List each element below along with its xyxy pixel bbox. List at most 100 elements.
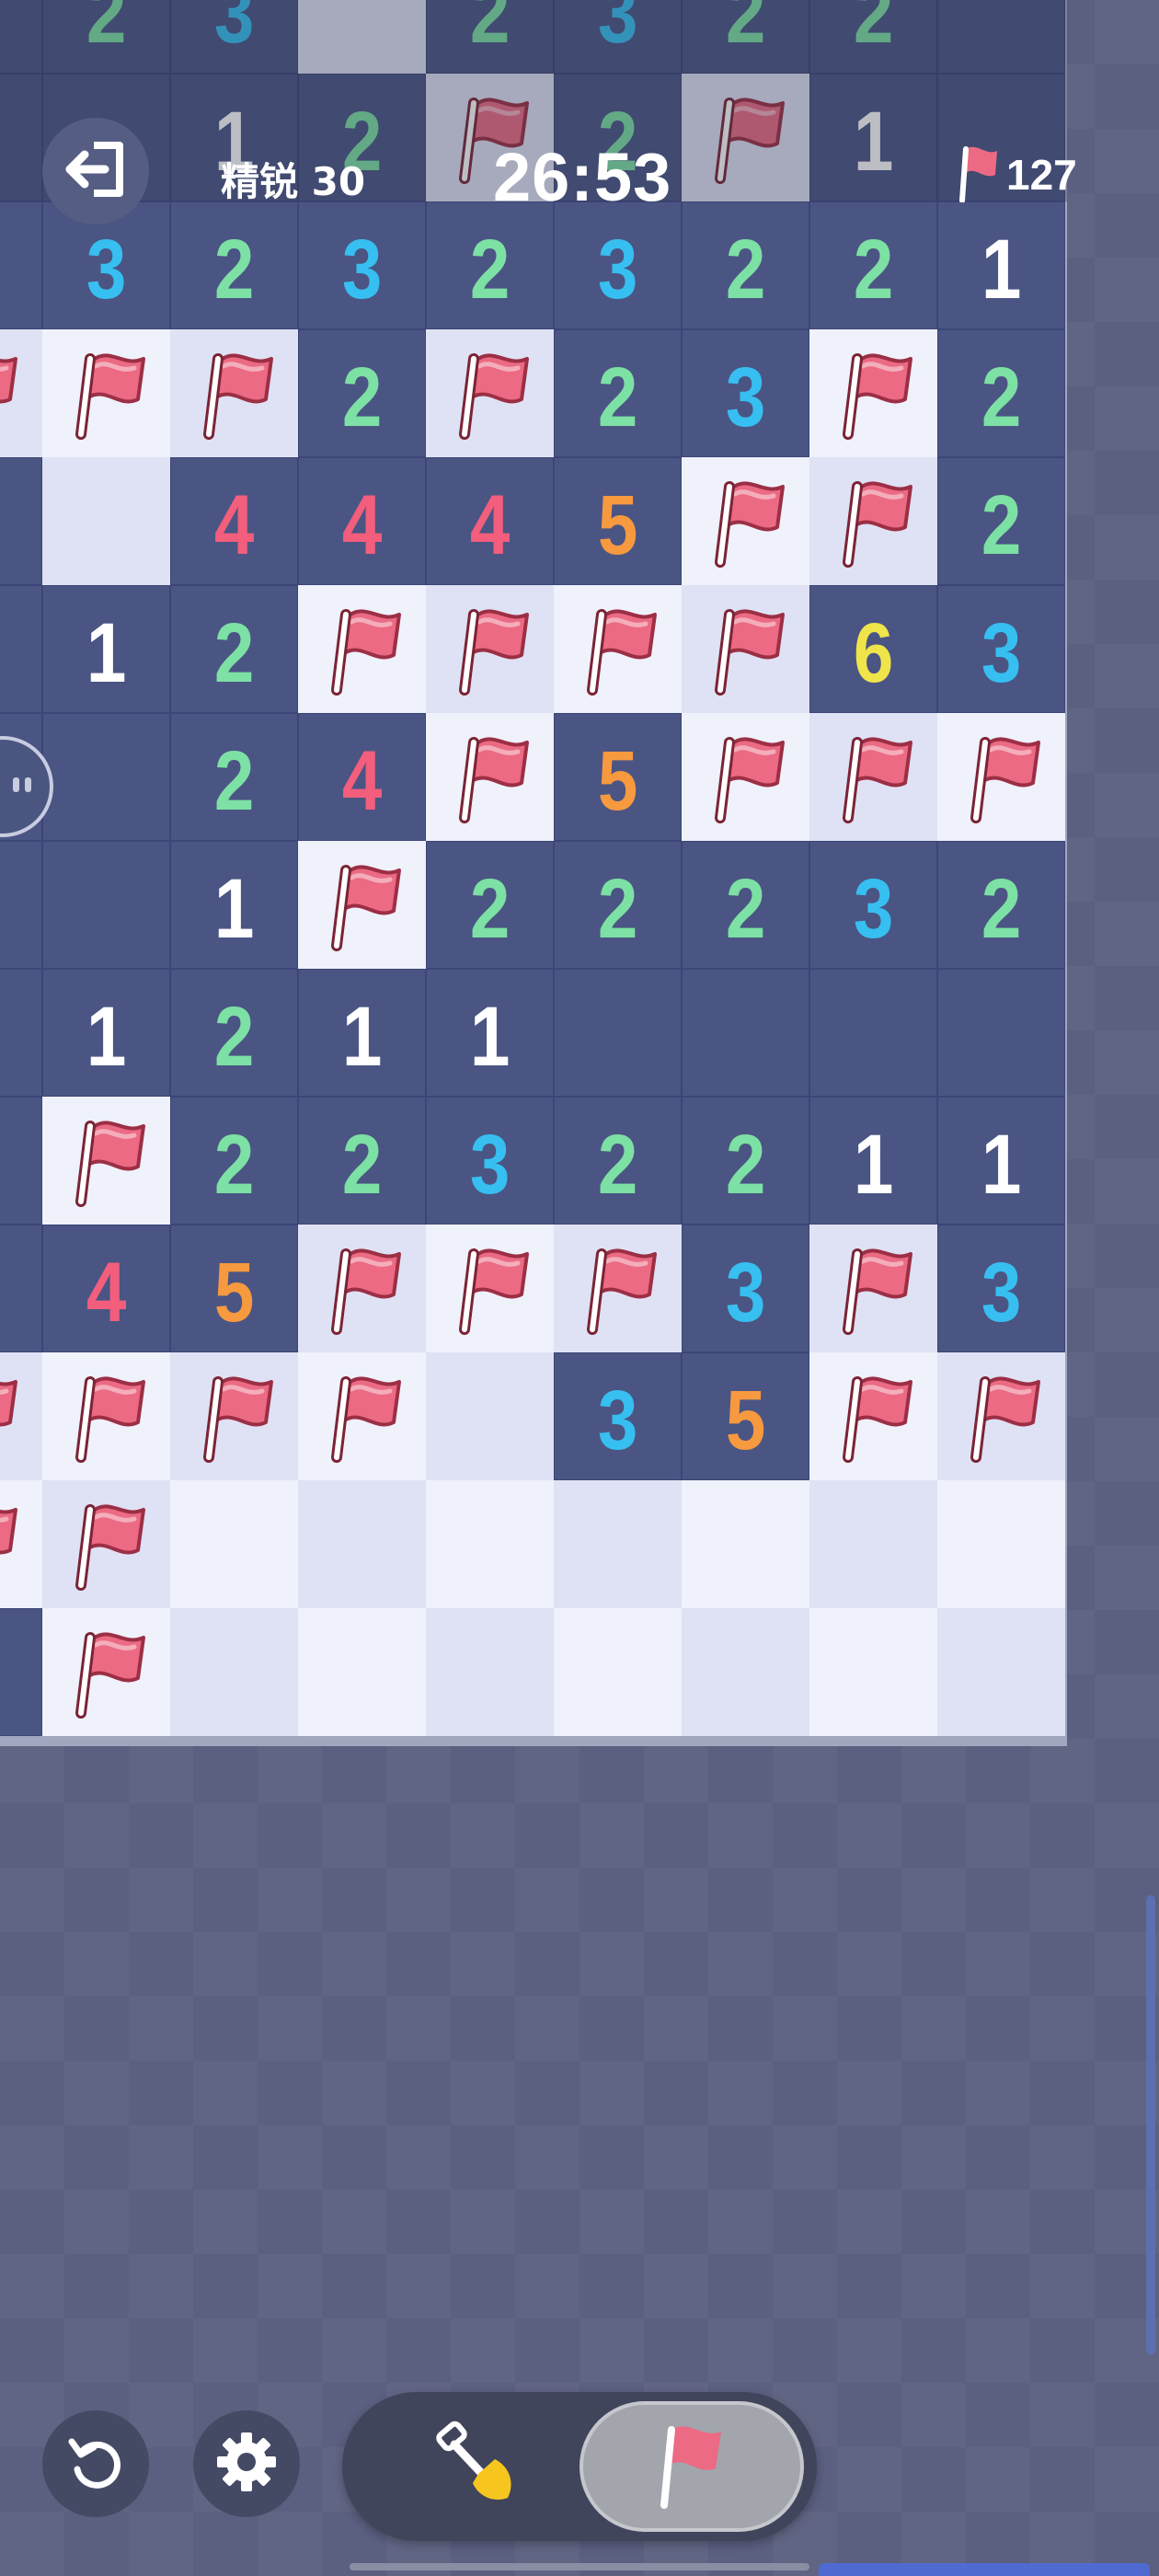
unrevealed-cell[interactable] xyxy=(298,0,426,74)
dig-mode-button[interactable] xyxy=(394,2409,559,2524)
unrevealed-cell[interactable] xyxy=(682,1608,809,1736)
flagged-cell[interactable] xyxy=(42,1608,170,1736)
number-cell[interactable]: 3 xyxy=(170,0,298,74)
flagged-cell[interactable] xyxy=(554,585,682,713)
flag-mode-button[interactable] xyxy=(580,2401,804,2532)
flagged-cell[interactable] xyxy=(298,1225,426,1352)
unrevealed-cell[interactable] xyxy=(554,1608,682,1736)
number-cell[interactable]: 4 xyxy=(298,457,426,585)
revealed-cell[interactable] xyxy=(937,0,1065,74)
number-cell[interactable]: 4 xyxy=(0,457,42,585)
revealed-cell[interactable] xyxy=(682,969,809,1097)
unrevealed-cell[interactable] xyxy=(170,1480,298,1608)
revealed-cell[interactable] xyxy=(554,969,682,1097)
revealed-cell[interactable] xyxy=(0,1225,42,1352)
number-cell[interactable]: 2 xyxy=(809,0,937,74)
flagged-cell[interactable] xyxy=(937,1352,1065,1480)
number-cell[interactable]: 2 xyxy=(298,1097,426,1225)
number-cell[interactable]: 5 xyxy=(554,457,682,585)
revealed-cell[interactable] xyxy=(0,969,42,1097)
number-cell[interactable]: 4 xyxy=(42,1225,170,1352)
unrevealed-cell[interactable] xyxy=(937,1608,1065,1736)
number-cell[interactable]: 1 xyxy=(170,841,298,969)
revealed-cell[interactable] xyxy=(0,585,42,713)
unrevealed-cell[interactable] xyxy=(42,457,170,585)
number-cell[interactable]: 4 xyxy=(0,1608,42,1736)
number-cell[interactable]: 2 xyxy=(170,713,298,841)
flagged-cell[interactable] xyxy=(42,1352,170,1480)
unrevealed-cell[interactable] xyxy=(682,1480,809,1608)
number-cell[interactable]: 2 xyxy=(937,329,1065,457)
number-cell[interactable]: 2 xyxy=(682,841,809,969)
number-cell[interactable]: 2 xyxy=(554,1097,682,1225)
flagged-cell[interactable] xyxy=(554,1225,682,1352)
flagged-cell[interactable] xyxy=(298,585,426,713)
flagged-cell[interactable] xyxy=(42,1480,170,1608)
flagged-cell[interactable] xyxy=(0,1480,42,1608)
number-cell[interactable]: 2 xyxy=(937,457,1065,585)
unrevealed-cell[interactable] xyxy=(554,1480,682,1608)
number-cell[interactable]: 2 xyxy=(170,585,298,713)
number-cell[interactable]: 2 xyxy=(682,1097,809,1225)
flagged-cell[interactable] xyxy=(298,1352,426,1480)
number-cell[interactable]: 3 xyxy=(937,1225,1065,1352)
number-cell[interactable]: 3 xyxy=(682,1225,809,1352)
number-cell[interactable]: 2 xyxy=(809,201,937,329)
number-cell[interactable]: 5 xyxy=(170,1225,298,1352)
number-cell[interactable]: 3 xyxy=(809,841,937,969)
number-cell[interactable]: 2 xyxy=(170,969,298,1097)
number-cell[interactable]: 1 xyxy=(809,74,937,201)
flagged-cell[interactable] xyxy=(42,329,170,457)
number-cell[interactable]: 4 xyxy=(298,713,426,841)
number-cell[interactable]: 4 xyxy=(170,457,298,585)
number-cell[interactable]: 1 xyxy=(298,969,426,1097)
number-cell[interactable]: 1 xyxy=(937,1097,1065,1225)
flagged-cell[interactable] xyxy=(170,329,298,457)
number-cell[interactable]: 3 xyxy=(554,1352,682,1480)
flagged-cell[interactable] xyxy=(0,329,42,457)
flagged-cell[interactable] xyxy=(682,457,809,585)
number-cell[interactable]: 3 xyxy=(682,329,809,457)
revealed-cell[interactable] xyxy=(42,841,170,969)
number-cell[interactable]: 1 xyxy=(42,585,170,713)
flagged-cell[interactable] xyxy=(42,1097,170,1225)
revealed-cell[interactable] xyxy=(42,713,170,841)
number-cell[interactable]: 3 xyxy=(554,201,682,329)
number-cell[interactable]: 3 xyxy=(937,585,1065,713)
unrevealed-cell[interactable] xyxy=(298,1608,426,1736)
unrevealed-cell[interactable] xyxy=(809,1480,937,1608)
flagged-cell[interactable] xyxy=(809,329,937,457)
exit-button[interactable] xyxy=(42,118,149,224)
unrevealed-cell[interactable] xyxy=(937,1480,1065,1608)
number-cell[interactable]: 2 xyxy=(298,329,426,457)
flagged-cell[interactable] xyxy=(809,1352,937,1480)
flagged-cell[interactable] xyxy=(298,841,426,969)
flagged-cell[interactable] xyxy=(682,585,809,713)
number-cell[interactable]: 3 xyxy=(426,1097,554,1225)
number-cell[interactable]: 1 xyxy=(937,201,1065,329)
number-cell[interactable]: 5 xyxy=(554,713,682,841)
number-cell[interactable]: 1 xyxy=(42,969,170,1097)
revealed-cell[interactable] xyxy=(809,969,937,1097)
undo-button[interactable] xyxy=(42,2410,149,2517)
unrevealed-cell[interactable] xyxy=(426,1608,554,1736)
unrevealed-cell[interactable] xyxy=(170,1608,298,1736)
flagged-cell[interactable] xyxy=(426,713,554,841)
number-cell[interactable]: 3 xyxy=(298,201,426,329)
flagged-cell[interactable] xyxy=(170,1352,298,1480)
number-cell[interactable]: 2 xyxy=(426,841,554,969)
revealed-cell[interactable] xyxy=(0,74,42,201)
flagged-cell[interactable] xyxy=(682,74,809,201)
number-cell[interactable]: 1 xyxy=(809,1097,937,1225)
flagged-cell[interactable] xyxy=(809,457,937,585)
mode-toggle[interactable] xyxy=(342,2392,817,2541)
revealed-cell[interactable] xyxy=(0,0,42,74)
flagged-cell[interactable] xyxy=(809,1225,937,1352)
number-cell[interactable]: 2 xyxy=(554,329,682,457)
number-cell[interactable]: 2 xyxy=(426,201,554,329)
unrevealed-cell[interactable] xyxy=(298,1480,426,1608)
number-cell[interactable]: 2 xyxy=(554,841,682,969)
number-cell[interactable]: 4 xyxy=(426,457,554,585)
number-cell[interactable]: 2 xyxy=(937,841,1065,969)
revealed-cell[interactable] xyxy=(0,1097,42,1225)
